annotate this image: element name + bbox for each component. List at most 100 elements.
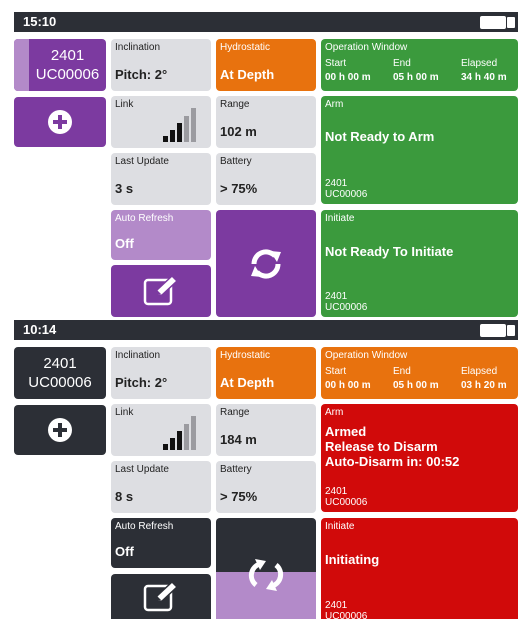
edit-button[interactable] (111, 574, 211, 619)
auto-refresh-label: Auto Refresh (115, 213, 174, 224)
ow-value-start: 00 h 00 m (325, 380, 371, 391)
auto-refresh-label: Auto Refresh (115, 521, 174, 532)
last-update-label: Last Update (115, 156, 169, 167)
device-id-tile[interactable]: 2401 UC00006 (14, 39, 106, 91)
status-time: 10:14 (23, 322, 57, 337)
battery-value: > 75% (220, 181, 258, 196)
edit-button[interactable] (111, 265, 211, 317)
initiate-device-id-line2: UC00006 (325, 611, 368, 619)
initiate-status-line1: Not Ready To Initiate (325, 244, 454, 259)
link-tile: Link (111, 404, 211, 456)
operation-window-title: Operation Window (325, 42, 408, 53)
hydrostatic-label: Hydrostatic (220, 42, 271, 53)
battery-status-icon (480, 324, 515, 337)
battery-status-icon (480, 16, 515, 29)
initiate-label: Initiate (325, 213, 355, 224)
ow-value-elapsed: 34 h 40 m (461, 72, 507, 83)
initiate-device-id-line1: 2401 (325, 291, 348, 302)
last-update-tile: Last Update 3 s (111, 153, 211, 205)
arm-status-line3: Auto-Disarm in: 00:52 (325, 454, 460, 469)
arm-label: Arm (325, 407, 344, 418)
range-value: 102 m (220, 124, 257, 139)
last-update-value: 8 s (115, 489, 134, 504)
range-tile: Range 184 m (216, 404, 316, 456)
auto-refresh-value: Off (115, 236, 134, 251)
ow-header-elapsed: Elapsed (461, 58, 498, 69)
initiate-label: Initiate (325, 521, 355, 532)
auto-refresh-value: Off (115, 544, 134, 559)
hydrostatic-value: At Depth (220, 67, 275, 82)
add-button[interactable] (14, 405, 106, 455)
last-update-label: Last Update (115, 464, 169, 475)
arm-device-id-line1: 2401 (325, 178, 348, 189)
ow-value-end: 05 h 00 m (393, 380, 439, 391)
arm-device-id: 2401 UC00006 (325, 486, 367, 508)
initiate-button[interactable]: Initiate Not Ready To Initiate 2401 UC00… (321, 210, 518, 317)
operation-window-tile: Operation Window Start End Elapsed 00 h … (321, 39, 518, 91)
last-update-tile: Last Update 8 s (111, 461, 211, 513)
initiate-device-id: 2401 UC00006 (325, 600, 367, 619)
operation-window-title: Operation Window (325, 350, 408, 361)
arm-device-id: 2401 UC00006 (325, 178, 367, 200)
ow-value-elapsed: 03 h 20 m (461, 380, 507, 391)
ow-value-end: 05 h 00 m (393, 72, 439, 83)
device-id-line2: UC00006 (35, 66, 100, 83)
device-id-tile[interactable]: 2401 UC00006 (14, 347, 106, 399)
refresh-button[interactable] (216, 518, 316, 619)
initiate-status-line1: Initiating (325, 552, 380, 567)
status-time: 15:10 (23, 14, 57, 29)
arm-status-line1: Not Ready to Arm (325, 129, 435, 144)
device-id-line1: 2401 (50, 47, 85, 64)
refresh-button[interactable] (216, 210, 316, 317)
initiate-device-id-line1: 2401 (325, 600, 348, 611)
status-bar-bottom: 10:14 (14, 320, 518, 340)
battery-value: > 75% (220, 489, 258, 504)
arm-button[interactable]: Arm Armed Release to Disarm Auto-Disarm … (321, 404, 518, 512)
inclination-label: Inclination (115, 42, 161, 53)
ow-value-start: 00 h 00 m (325, 72, 371, 83)
auto-refresh-toggle[interactable]: Auto Refresh Off (111, 210, 211, 260)
device-id-line2: UC00006 (28, 374, 92, 391)
arm-label: Arm (325, 99, 344, 110)
battery-tile: Battery > 75% (216, 461, 316, 513)
hydrostatic-label: Hydrostatic (220, 350, 271, 361)
arm-button[interactable]: Arm Not Ready to Arm 2401 UC00006 (321, 96, 518, 204)
arm-status-line2: Release to Disarm (325, 439, 438, 454)
edit-pencil-icon (143, 276, 179, 306)
ow-header-start: Start (325, 58, 347, 69)
ow-header-end: End (393, 366, 411, 377)
last-update-value: 3 s (115, 181, 134, 196)
initiate-button[interactable]: Initiate Initiating 2401 UC00006 (321, 518, 518, 619)
inclination-tile: Inclination Pitch: 2° (111, 347, 211, 399)
range-label: Range (220, 99, 250, 110)
signal-bars-icon (163, 416, 196, 450)
hydrostatic-tile: Hydrostatic At Depth (216, 347, 316, 399)
arm-device-id-line1: 2401 (325, 486, 348, 497)
hydrostatic-value: At Depth (220, 375, 275, 390)
arm-status-line1: Armed (325, 424, 367, 439)
range-tile: Range 102 m (216, 96, 316, 148)
operation-window-tile: Operation Window Start End Elapsed 00 h … (321, 347, 518, 399)
hydrostatic-tile: Hydrostatic At Depth (216, 39, 316, 91)
inclination-label: Inclination (115, 350, 161, 361)
auto-refresh-toggle[interactable]: Auto Refresh Off (111, 518, 211, 568)
arm-device-id-line2: UC00006 (325, 497, 368, 508)
link-tile: Link (111, 96, 211, 148)
plus-circle-icon (48, 110, 72, 134)
link-label: Link (115, 99, 134, 110)
initiate-device-id-line2: UC00006 (325, 302, 368, 313)
signal-bars-icon (163, 108, 196, 142)
inclination-value: Pitch: 2° (115, 375, 168, 390)
edit-pencil-icon (143, 582, 179, 612)
ow-header-start: Start (325, 366, 347, 377)
battery-label: Battery (220, 156, 252, 167)
inclination-tile: Inclination Pitch: 2° (111, 39, 211, 91)
initiate-device-id: 2401 UC00006 (325, 291, 367, 313)
ow-header-end: End (393, 58, 411, 69)
link-label: Link (115, 407, 134, 418)
range-value: 184 m (220, 432, 257, 447)
ow-header-elapsed: Elapsed (461, 366, 498, 377)
refresh-arrows-icon (251, 248, 281, 279)
arm-device-id-line2: UC00006 (325, 189, 368, 200)
add-button[interactable] (14, 97, 106, 147)
